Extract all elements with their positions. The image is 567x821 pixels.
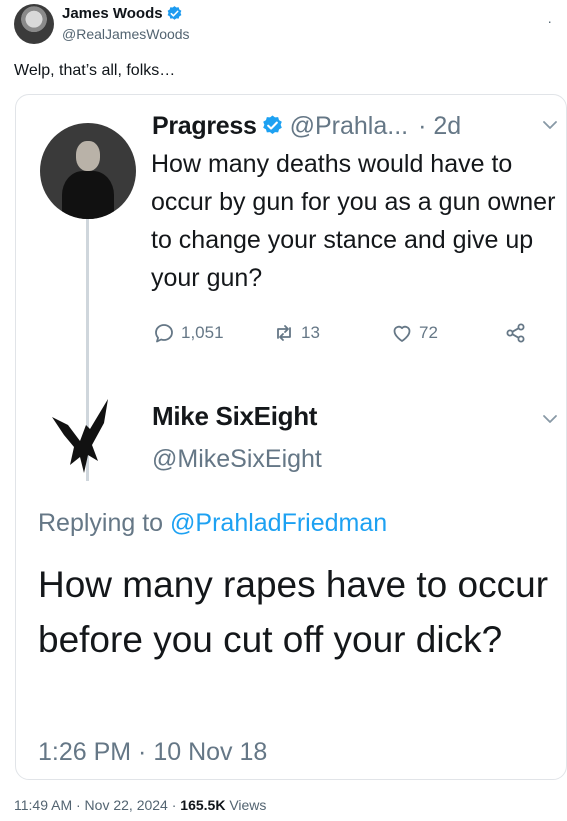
reply-text: How many rapes have to occur before you … bbox=[38, 564, 549, 660]
retweet-action: 13 bbox=[272, 321, 320, 345]
reply-icon bbox=[155, 324, 173, 343]
replying-to-mention: @PrahladFriedman bbox=[170, 509, 388, 537]
crow-avatar-icon bbox=[52, 399, 108, 473]
post-text: Welp, that’s all, folks… bbox=[14, 62, 176, 79]
verified-badge-icon bbox=[167, 6, 181, 20]
author-handle[interactable]: @RealJamesWoods bbox=[62, 26, 190, 42]
reply-count: 1,051 bbox=[181, 323, 224, 342]
quoted-text: How many deaths would have to occur by g… bbox=[151, 150, 556, 292]
post-meta: 11:49 AM · Nov 22, 2024 · 165.5K Views bbox=[14, 797, 266, 813]
more-icon[interactable]: · bbox=[547, 14, 552, 28]
like-count: 72 bbox=[419, 323, 438, 342]
share-action bbox=[504, 321, 533, 345]
reply-action: 1,051 bbox=[152, 321, 224, 345]
quoted-author-handle: @Prahla... bbox=[289, 112, 409, 140]
chevron-down-icon bbox=[543, 415, 557, 423]
quoted-author-name: Pragress bbox=[152, 112, 257, 140]
quoted-author-row: Pragress @Prahla... · 2d bbox=[152, 111, 461, 141]
post-timestamp[interactable]: 11:49 AM · Nov 22, 2024 · bbox=[14, 797, 180, 813]
retweet-count: 13 bbox=[301, 323, 320, 342]
heart-icon bbox=[393, 325, 411, 342]
author-name-row: James Woods bbox=[62, 5, 183, 22]
retweet-icon bbox=[277, 325, 291, 341]
quoted-avatar bbox=[40, 123, 136, 219]
reply-timestamp: 1:26 PM · 10 Nov 18 bbox=[38, 738, 268, 766]
views-label: Views bbox=[225, 797, 267, 813]
quoted-time-ago: · 2d bbox=[418, 112, 462, 140]
author-name[interactable]: James Woods bbox=[62, 5, 163, 22]
avatar[interactable] bbox=[14, 4, 54, 44]
verified-badge-icon bbox=[262, 115, 282, 135]
share-icon bbox=[506, 323, 525, 343]
embedded-screenshot: Pragress @Prahla... · 2d How many deaths… bbox=[15, 94, 567, 780]
post-header: James Woods @RealJamesWoods · bbox=[14, 4, 554, 46]
reply-author-name: Mike SixEight bbox=[152, 401, 318, 431]
replying-to-label: Replying to bbox=[38, 509, 171, 537]
chevron-down-icon bbox=[543, 121, 557, 129]
like-action: 72 bbox=[390, 321, 438, 345]
replying-to-line: Replying to @PrahladFriedman bbox=[38, 509, 387, 538]
views-count: 165.5K bbox=[180, 797, 226, 813]
reply-author-handle: @MikeSixEight bbox=[152, 445, 322, 473]
